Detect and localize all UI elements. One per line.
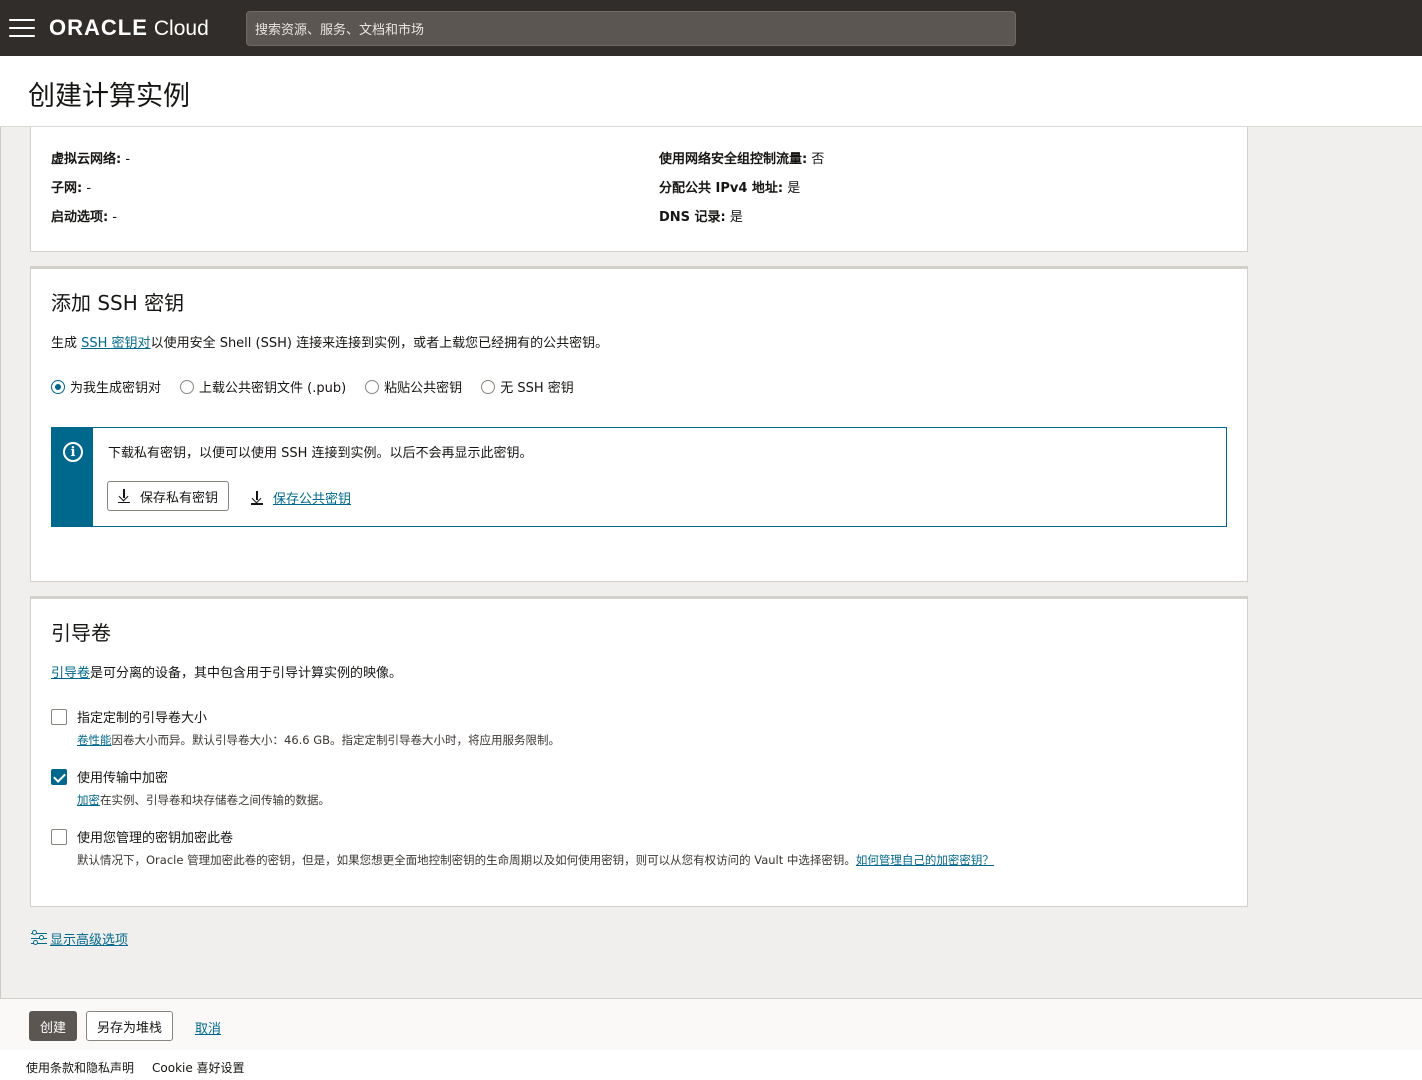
help-text: 在实例、引导卷和块存储卷之间传输的数据。 (100, 793, 330, 807)
in-transit-help: 加密在实例、引导卷和块存储卷之间传输的数据。 (77, 792, 330, 808)
save-private-key-label: 保存私有密钥 (140, 490, 219, 506)
show-advanced-options-label[interactable]: 显示高级选项 (50, 929, 128, 948)
in-transit-encryption-checkbox[interactable] (51, 768, 67, 785)
dns-label: DNS 记录: (659, 210, 726, 225)
checkbox-label: 使用传输中加密 (77, 771, 169, 786)
search-placeholder: 搜索资源、服务、文档和市场 (255, 23, 425, 38)
vcn-value: - (125, 152, 131, 167)
info-stripe: i (52, 428, 93, 526)
cancel-link[interactable]: 取消 (195, 1018, 221, 1037)
oracle-cloud-logo[interactable]: ORACLE Cloud (49, 15, 209, 41)
logo-brand: ORACLE (49, 15, 148, 40)
radio-label: 粘贴公共密钥 (384, 381, 463, 396)
checkbox-label: 使用您管理的密钥加密此卷 (77, 831, 234, 846)
in-transit-encryption-option[interactable]: 使用传输中加密 (51, 767, 168, 786)
help-text: 因卷大小而异。默认引导卷大小：46.6 GB。指定定制引导卷大小时，将应用服务限… (111, 733, 561, 747)
download-icon (251, 490, 263, 505)
ssh-key-pair-link[interactable]: SSH 密钥对 (81, 336, 150, 351)
main-content[interactable]: 虚拟云网络: - 子网: - 启动选项: - 使用网络安全组控制流量: 否 分配… (0, 127, 1422, 998)
customer-managed-key-option[interactable]: 使用您管理的密钥加密此卷 (51, 827, 233, 846)
boot-volume-link[interactable]: 引导卷 (51, 666, 90, 681)
nsg-row: 使用网络安全组控制流量: 否 (659, 148, 824, 167)
radio-generate-key-pair[interactable]: 为我生成密钥对 (51, 377, 161, 396)
save-public-key-label[interactable]: 保存公共密钥 (273, 488, 351, 507)
custom-boot-volume-size-checkbox[interactable] (51, 708, 67, 725)
action-bar: 创建 另存为堆栈 取消 (0, 998, 1422, 1050)
radio-label: 无 SSH 密钥 (500, 381, 574, 396)
managed-key-help: 默认情况下，Oracle 管理加密此卷的密钥，但是，如果您想更全面地控制密钥的生… (77, 852, 994, 868)
ssh-info-message: i 下载私有密钥，以便可以使用 SSH 连接到实例。以后不会再显示此密钥。 保存… (51, 427, 1227, 527)
logo-product: Cloud (153, 17, 209, 40)
menu-icon[interactable] (9, 19, 35, 37)
page-header: 创建计算实例 (0, 56, 1422, 127)
launch-options-row: 启动选项: - (51, 206, 117, 225)
boot-desc-suffix: 是可分离的设备，其中包含用于引导计算实例的映像。 (90, 666, 403, 681)
manage-keys-link[interactable]: 如何管理自己的加密密钥？ (856, 853, 994, 867)
create-button[interactable]: 创建 (29, 1011, 78, 1041)
custom-size-help: 卷性能因卷大小而异。默认引导卷大小：46.6 GB。指定定制引导卷大小时，将应用… (77, 732, 560, 748)
launch-options-label: 启动选项: (51, 210, 109, 225)
customer-managed-key-checkbox[interactable] (51, 828, 67, 845)
dns-row: DNS 记录: 是 (659, 206, 743, 225)
launch-options-value: - (112, 210, 118, 225)
encryption-link[interactable]: 加密 (77, 793, 100, 807)
radio-circle[interactable] (180, 379, 195, 394)
footer: 使用条款和隐私声明 Cookie 喜好设置 (0, 1050, 1422, 1080)
boot-volume-description: 引导卷是可分离的设备，其中包含用于引导计算实例的映像。 (51, 662, 402, 681)
subnet-label: 子网: (51, 181, 83, 196)
ssh-desc-prefix: 生成 (51, 336, 82, 351)
info-icon: i (63, 442, 83, 462)
radio-no-ssh-key[interactable]: 无 SSH 密钥 (481, 377, 574, 396)
page-title: 创建计算实例 (28, 81, 190, 112)
terms-privacy-link[interactable]: 使用条款和隐私声明 (26, 1059, 134, 1076)
volume-performance-link[interactable]: 卷性能 (77, 733, 112, 747)
sliders-icon (31, 930, 47, 947)
vcn-row: 虚拟云网络: - (51, 148, 130, 167)
boot-volume-title: 引导卷 (51, 621, 111, 645)
info-text: 下载私有密钥，以便可以使用 SSH 连接到实例。以后不会再显示此密钥。 (108, 446, 533, 461)
top-navigation-bar: ORACLE Cloud 搜索资源、服务、文档和市场 (0, 0, 1422, 56)
radio-label: 为我生成密钥对 (70, 381, 162, 396)
public-ipv4-value: 是 (787, 181, 801, 196)
ssh-desc-suffix: 以使用安全 Shell (SSH) 连接来连接到实例，或者上载您已经拥有的公共密… (150, 336, 609, 351)
vcn-label: 虚拟云网络: (51, 152, 122, 167)
download-icon (118, 489, 130, 503)
radio-paste-public-key[interactable]: 粘贴公共密钥 (365, 377, 462, 396)
public-ipv4-row: 分配公共 IPv4 地址: 是 (659, 177, 800, 196)
save-public-key-link[interactable]: 保存公共密钥 (251, 488, 351, 507)
ssh-section-title: 添加 SSH 密钥 (51, 291, 185, 315)
radio-circle-checked[interactable] (51, 379, 65, 394)
nsg-value: 否 (811, 152, 825, 167)
show-advanced-options[interactable]: 显示高级选项 (31, 929, 128, 948)
radio-upload-public-key[interactable]: 上载公共密钥文件 (.pub) (180, 377, 346, 396)
radio-label: 上载公共密钥文件 (.pub) (199, 381, 347, 396)
nsg-label: 使用网络安全组控制流量: (659, 152, 808, 167)
save-private-key-button[interactable]: 保存私有密钥 (107, 481, 230, 511)
cookie-preferences-link[interactable]: Cookie 喜好设置 (152, 1059, 245, 1076)
boot-volume-card: 引导卷 引导卷是可分离的设备，其中包含用于引导计算实例的映像。 指定定制的引导卷… (30, 596, 1248, 907)
ssh-description: 生成 SSH 密钥对以使用安全 Shell (SSH) 连接来连接到实例，或者上… (51, 332, 608, 351)
ssh-key-options: 为我生成密钥对 上载公共密钥文件 (.pub) 粘贴公共密钥 无 SSH 密钥 (51, 377, 593, 396)
radio-circle[interactable] (481, 379, 496, 394)
dns-value: 是 (729, 210, 743, 225)
custom-boot-volume-size-option[interactable]: 指定定制的引导卷大小 (51, 707, 207, 726)
subnet-row: 子网: - (51, 177, 91, 196)
subnet-value: - (86, 181, 92, 196)
networking-summary-card: 虚拟云网络: - 子网: - 启动选项: - 使用网络安全组控制流量: 否 分配… (30, 127, 1248, 252)
public-ipv4-label: 分配公共 IPv4 地址: (659, 181, 784, 196)
ssh-key-card: 添加 SSH 密钥 生成 SSH 密钥对以使用安全 Shell (SSH) 连接… (30, 266, 1248, 582)
checkbox-label: 指定定制的引导卷大小 (77, 711, 208, 726)
radio-circle[interactable] (365, 379, 380, 394)
search-input[interactable]: 搜索资源、服务、文档和市场 (246, 11, 1016, 46)
help-text: 默认情况下，Oracle 管理加密此卷的密钥，但是，如果您想更全面地控制密钥的生… (77, 853, 856, 867)
save-as-stack-button[interactable]: 另存为堆栈 (86, 1011, 174, 1041)
